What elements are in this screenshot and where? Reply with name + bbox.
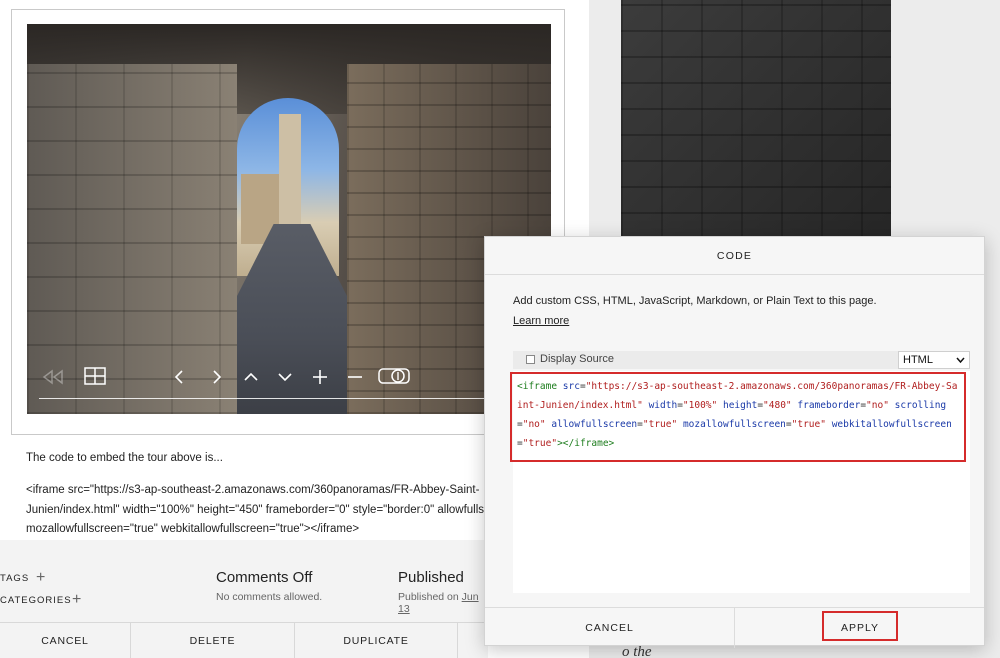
code-token-tag: <iframe xyxy=(517,381,558,392)
background-stone-image xyxy=(621,0,891,240)
code-token-attr: frameborder xyxy=(797,400,861,411)
chevron-right-icon[interactable] xyxy=(205,366,229,392)
code-token-attr: webkitallowfullscreen xyxy=(831,419,952,430)
embed-code-line: mozallowfullscreen="true" webkitallowful… xyxy=(26,523,360,535)
code-token-attr: allowfullscreen xyxy=(551,419,638,430)
published-subtitle: Published on Jun 13 xyxy=(398,591,479,615)
display-source-label[interactable]: Display Source xyxy=(540,353,614,365)
skip-back-icon[interactable] xyxy=(41,366,65,392)
apply-highlight-annotation xyxy=(822,611,898,641)
code-token-attr: scrolling xyxy=(894,400,947,411)
vr-headset-icon[interactable] xyxy=(377,366,411,392)
modal-title: CODE xyxy=(485,237,984,275)
tour-embed-block[interactable] xyxy=(11,9,565,435)
pano-toolbar xyxy=(27,366,551,396)
plus-icon[interactable] xyxy=(308,366,332,392)
tags-label: TAGS xyxy=(0,573,30,584)
embed-code-text: <iframe src="https://s3-ap-southeast-2.a… xyxy=(26,481,494,541)
add-category-plus-icon[interactable]: + xyxy=(72,591,81,609)
duplicate-post-button[interactable]: DUPLICATE xyxy=(295,623,458,658)
code-token-attr: mozallowfullscreen xyxy=(682,419,786,430)
embed-intro-text: The code to embed the tour above is... xyxy=(26,452,223,464)
code-token-string: "480" xyxy=(763,400,792,411)
panorama-viewer[interactable] xyxy=(27,24,551,414)
cancel-post-button[interactable]: CANCEL xyxy=(0,623,131,658)
code-editor[interactable]: <iframe src="https://s3-ap-southeast-2.a… xyxy=(513,371,970,593)
categories-label: CATEGORIES xyxy=(0,595,72,606)
code-editor-content[interactable]: <iframe src="https://s3-ap-southeast-2.a… xyxy=(517,377,963,453)
published-title[interactable]: Published xyxy=(398,569,464,586)
code-block-modal: CODE Add custom CSS, HTML, JavaScript, M… xyxy=(484,236,985,648)
code-token-string: "true" xyxy=(522,438,558,449)
chevron-down-icon xyxy=(956,352,965,373)
code-token-attr: height xyxy=(722,400,758,411)
grid-icon[interactable] xyxy=(83,366,107,392)
code-token-string: "true" xyxy=(791,419,826,430)
embed-code-line: <iframe src="https://s3-ap-southeast-2.a… xyxy=(26,484,480,496)
chevron-down-icon[interactable] xyxy=(273,366,297,392)
modal-footer: CANCEL APPLY xyxy=(485,607,984,648)
display-source-checkbox[interactable] xyxy=(526,355,535,364)
code-token-attr: width xyxy=(648,400,678,411)
code-token-attr: src xyxy=(562,381,580,392)
pano-left-wall xyxy=(27,64,237,414)
comments-title[interactable]: Comments Off xyxy=(216,569,312,586)
pano-tower xyxy=(279,114,301,234)
language-select[interactable]: HTML xyxy=(898,351,970,369)
code-token-string: "true" xyxy=(642,419,678,430)
modal-description: Add custom CSS, HTML, JavaScript, Markdo… xyxy=(513,295,877,307)
code-token-tag: ></iframe> xyxy=(557,438,615,449)
code-token-string: "no" xyxy=(522,419,546,430)
chevron-left-icon[interactable] xyxy=(167,366,191,392)
language-select-value: HTML xyxy=(903,354,933,366)
embed-code-line: Junien/index.html" width="100%" height="… xyxy=(26,503,494,516)
minus-icon[interactable] xyxy=(343,366,367,392)
add-tag-plus-icon[interactable]: + xyxy=(36,569,45,587)
code-token-string: "no" xyxy=(866,400,889,411)
learn-more-link[interactable]: Learn more xyxy=(513,315,569,327)
pano-progress-line xyxy=(39,398,509,399)
post-actions-bar: CANCEL DELETE DUPLICATE xyxy=(0,622,488,658)
chevron-up-icon[interactable] xyxy=(239,366,263,392)
code-token-string: "100%" xyxy=(682,400,718,411)
delete-post-button[interactable]: DELETE xyxy=(131,623,295,658)
modal-cancel-button[interactable]: CANCEL xyxy=(485,608,735,648)
comments-subtitle: No comments allowed. xyxy=(216,591,323,603)
